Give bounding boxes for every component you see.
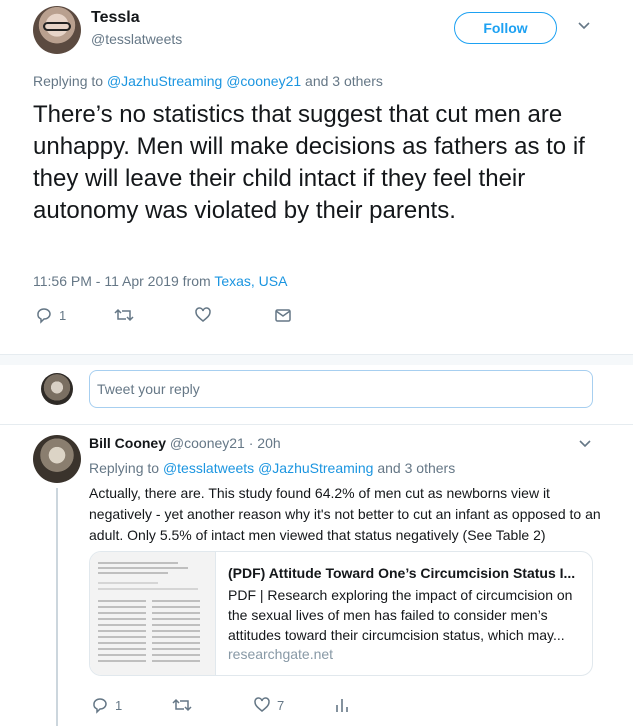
reply-icon <box>93 698 107 714</box>
tweet-menu-chevron-icon[interactable] <box>577 21 591 31</box>
mention-link[interactable]: @cooney21 <box>226 73 301 89</box>
reply-author-line: Bill Cooney @cooney21 · 20h <box>89 435 281 451</box>
reply-input-placeholder: Tweet your reply <box>97 381 200 397</box>
card-description: PDF | Research exploring the impact of c… <box>228 587 573 643</box>
author-avatar[interactable] <box>33 6 81 54</box>
link-preview-card[interactable]: (PDF) Attitude Toward One’s Circumcision… <box>89 551 593 676</box>
reply-replying-to-line: Replying to @tesslatweets @JazhuStreamin… <box>89 460 455 476</box>
reply-icon <box>37 308 51 324</box>
reply-input[interactable]: Tweet your reply <box>89 370 593 408</box>
direct-message-action[interactable] <box>274 306 292 324</box>
like-action[interactable]: 7 <box>253 696 284 714</box>
tweet-timestamp: 11:56 PM - 11 Apr 2019 from Texas, USA <box>33 273 287 289</box>
reply-count: 1 <box>115 697 123 713</box>
follow-button[interactable]: Follow <box>454 12 557 44</box>
reply-text: Actually, there are. This study found 64… <box>89 485 601 543</box>
reply-action[interactable]: 1 <box>91 696 122 714</box>
reply-author-avatar[interactable] <box>33 435 81 483</box>
analytics-icon <box>336 699 348 712</box>
viewer-avatar <box>41 373 73 405</box>
heart-icon <box>195 307 211 322</box>
section-divider <box>0 424 633 425</box>
reply-count: 1 <box>59 307 67 323</box>
tweet-time[interactable]: 11:56 PM - 11 Apr 2019 from <box>33 273 211 289</box>
card-domain: researchgate.net <box>228 646 334 662</box>
card-thumbnail <box>90 552 216 675</box>
retweet-action[interactable] <box>114 306 140 324</box>
replying-prefix: Replying to <box>33 73 104 89</box>
analytics-action[interactable] <box>334 696 350 714</box>
like-action[interactable] <box>194 306 218 324</box>
reply-menu-chevron-icon[interactable] <box>578 439 592 449</box>
heart-icon <box>254 697 270 712</box>
replying-suffix[interactable]: and 3 others <box>377 460 455 476</box>
tweet-location[interactable]: Texas, USA <box>214 273 287 289</box>
replying-suffix[interactable]: and 3 others <box>305 73 383 89</box>
retweet-action[interactable] <box>172 696 198 714</box>
mention-link[interactable]: @JazhuStreaming <box>258 460 373 476</box>
envelope-icon <box>275 309 291 322</box>
reply-author-handle[interactable]: @cooney21 <box>170 435 245 451</box>
retweet-icon <box>114 308 134 322</box>
author-handle[interactable]: @tesslatweets <box>91 31 182 47</box>
replying-prefix: Replying to <box>89 460 160 476</box>
author-name[interactable]: Tessla <box>91 9 140 27</box>
reply-author-name[interactable]: Bill Cooney <box>89 435 166 451</box>
section-gap <box>0 355 633 365</box>
mention-link[interactable]: @tesslatweets <box>163 460 254 476</box>
tweet-text: There’s no statistics that suggest that … <box>33 101 585 224</box>
card-title: (PDF) Attitude Toward One’s Circumcision… <box>228 565 576 581</box>
mention-link[interactable]: @JazhuStreaming <box>107 73 222 89</box>
like-count: 7 <box>277 697 285 713</box>
replying-to-line: Replying to @JazhuStreaming @cooney21 an… <box>33 73 383 89</box>
reply-age[interactable]: · 20h <box>249 435 281 451</box>
reply-action[interactable]: 1 <box>35 306 66 324</box>
glasses-decoration <box>43 22 71 31</box>
retweet-icon <box>172 698 192 712</box>
thread-connector <box>56 488 58 726</box>
